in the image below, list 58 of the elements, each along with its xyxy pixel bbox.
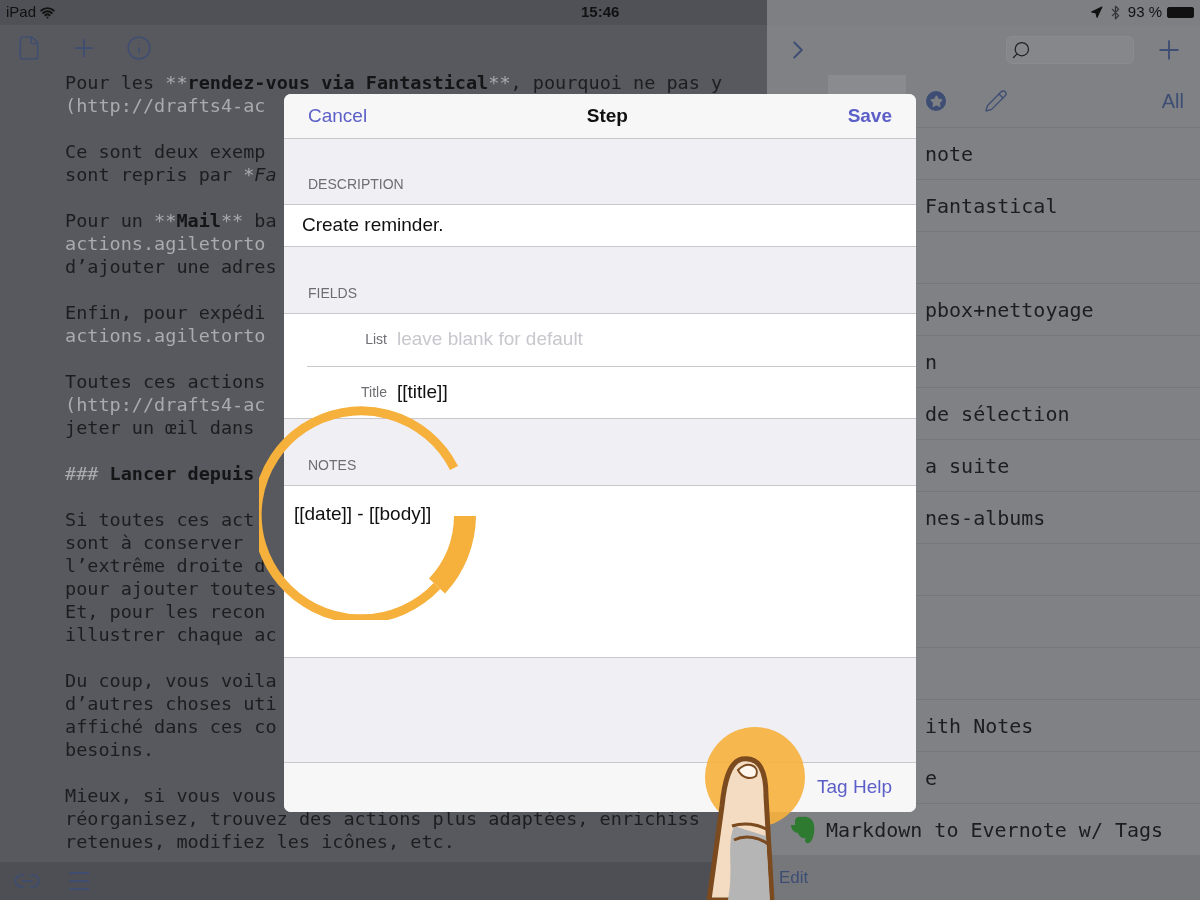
editor-text-line: Enfin, pour expédi xyxy=(65,301,266,324)
section-header: NOTES xyxy=(308,455,357,475)
editor-text-line: Si toutes ces act xyxy=(65,508,255,531)
sidebar-item[interactable]: Markdown to Evernote w/ Tags xyxy=(826,814,1164,845)
tag-help-button[interactable]: Tag Help xyxy=(817,773,892,802)
editor-text-line: Pour les **rendez-vous via Fantastical**, pourquoi ne pas y xyxy=(65,71,723,94)
editor-text-line: actions.agiletorto xyxy=(65,324,266,347)
pencil-icon[interactable] xyxy=(984,89,1008,113)
editor-text-line: ### Lancer depuis xyxy=(65,462,255,485)
dialog-title: Step xyxy=(586,103,628,128)
wifi-icon xyxy=(40,5,56,20)
search-field[interactable] xyxy=(1006,36,1134,64)
field-label: Title xyxy=(360,382,387,402)
field-input[interactable]: leave blank for default xyxy=(397,325,877,354)
editor-text-line: actions.agiletorto xyxy=(65,232,266,255)
editor-text-line: Pour un **Mail** ba xyxy=(65,209,277,232)
description-field[interactable]: Create reminder. xyxy=(284,203,916,247)
sidebar-item[interactable]: nes-albums xyxy=(925,502,1046,533)
editor-text-line: Toutes ces actions xyxy=(65,370,266,393)
section-header: FIELDS xyxy=(308,283,357,303)
section-header: DESCRIPTION xyxy=(308,174,404,194)
editor-text-line: (http://drafts4-ac xyxy=(65,393,266,416)
device-name: iPad xyxy=(6,2,37,23)
editor-text-line: illustrer chaque ac xyxy=(65,623,277,646)
sidebar-item[interactable]: Fantastical xyxy=(925,190,1058,221)
editor-text-line: pour ajouter toutes xyxy=(65,577,277,600)
sidebar-item[interactable]: de sélection xyxy=(925,398,1070,429)
sidebar-item[interactable]: ith Notes xyxy=(925,710,1034,741)
battery-percentage: 93 % xyxy=(1127,2,1162,23)
notes-text-area[interactable]: [[date]] - [[body]] xyxy=(284,484,916,659)
battery-icon xyxy=(1167,7,1194,18)
field-label: List xyxy=(364,330,387,350)
sidebar-item[interactable]: a suite xyxy=(925,450,1010,481)
search-icon xyxy=(1011,40,1031,60)
editor-text-line: sont à conserver xyxy=(65,531,244,554)
clock-time: 15:46 xyxy=(581,2,620,23)
editor-text-line: retenues, modifiez les icônes, etc. xyxy=(65,830,455,853)
sidebar-item[interactable]: e xyxy=(925,762,938,793)
info-icon[interactable] xyxy=(126,35,152,61)
editor-text-line: jeter un œil dans xyxy=(65,416,255,439)
editor-text-line: d’autres choses uti xyxy=(65,692,277,715)
sidebar-item[interactable]: pbox+nettoyage xyxy=(925,294,1094,325)
editor-text-line: Mieux, si vous vous xyxy=(65,784,277,807)
location-arrow-icon xyxy=(1089,6,1103,19)
sidebar-item[interactable]: note xyxy=(925,138,974,169)
editor-text-line: Du coup, vous voila xyxy=(65,669,277,692)
editor-text-line: Ce sont deux exemp xyxy=(65,140,266,163)
cancel-button[interactable]: Cancel xyxy=(308,101,368,131)
editor-text-line: réorganisez, trouvez des actions plus adaptées, enrichiss xyxy=(65,807,700,830)
field-input[interactable]: [[title]] xyxy=(397,377,877,407)
editor-text-line: d’ajouter une adres xyxy=(65,255,277,278)
editor-text-line: affiché dans ces co xyxy=(65,715,277,738)
editor-text-line: Et, pour les recon xyxy=(65,600,266,623)
sidebar-item[interactable]: n xyxy=(925,346,938,377)
editor-text-line: (http://drafts4-ac xyxy=(65,94,266,117)
save-button[interactable]: Save xyxy=(847,101,892,131)
editor-text-line: besoins. xyxy=(65,738,155,761)
editor-text-line: sont repris par *Fa xyxy=(65,163,277,186)
